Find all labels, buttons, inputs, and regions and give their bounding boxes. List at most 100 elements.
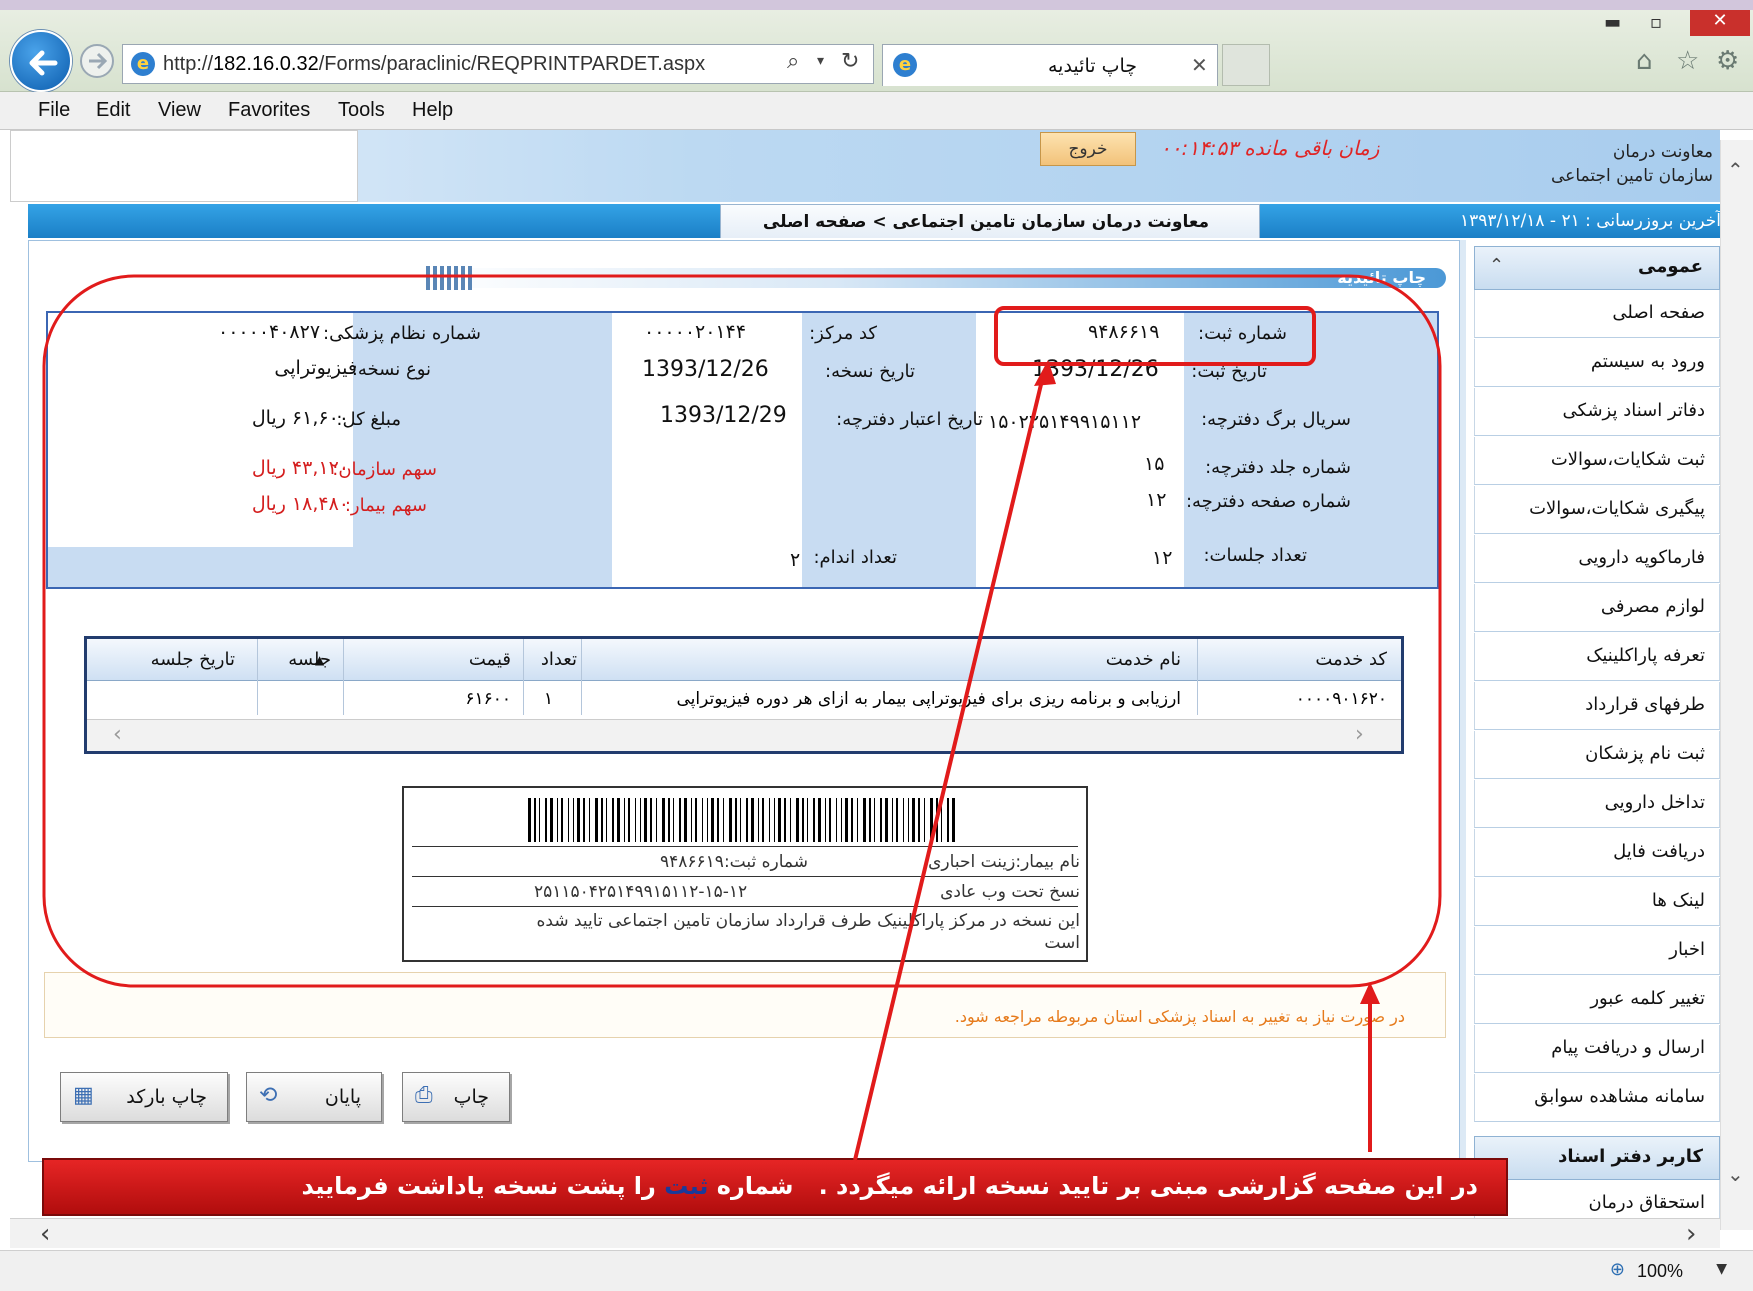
sidebar-section-office-user[interactable]: کاربر دفتر اسناد	[1474, 1136, 1720, 1180]
th-count[interactable]: تعداد	[541, 649, 577, 670]
menu-favorites[interactable]: Favorites	[228, 99, 310, 122]
barcode-bar	[589, 798, 590, 842]
print-button[interactable]: ⎙ چاپ	[402, 1072, 510, 1122]
menu-view[interactable]: View	[158, 99, 201, 122]
barcode-bar	[729, 798, 732, 842]
sidebar-item-medical-offices[interactable]: دفاتر اسناد پزشکی	[1474, 388, 1720, 436]
sessions-label: تعداد جلسات:	[1203, 545, 1307, 566]
th-session-date[interactable]: تاریخ جلسه	[151, 649, 235, 670]
menu-edit[interactable]: Edit	[96, 99, 130, 122]
sidebar-item-links[interactable]: لینک ها	[1474, 878, 1720, 926]
menu-file[interactable]: File	[38, 99, 70, 122]
barcode-bar	[577, 798, 580, 842]
home-icon[interactable]: ⌂	[1636, 46, 1653, 76]
minimize-icon[interactable]: ▬	[1604, 12, 1621, 33]
address-bar[interactable]: e http://182.16.0.32/Forms/paraclinic/RE…	[122, 44, 874, 84]
doctor-no-label: شماره نظام پزشکی:	[323, 323, 481, 344]
menu-help[interactable]: Help	[412, 99, 453, 122]
org-line1: معاونت درمان	[1612, 142, 1713, 162]
th-session[interactable]: جلسه	[288, 649, 331, 670]
barcode-image	[528, 798, 960, 842]
barcode-bar	[679, 798, 681, 842]
sidebar-section2-title: کاربر دفتر اسناد	[1558, 1146, 1703, 1167]
browser-tab[interactable]: e چاپ تائیدیه ✕	[882, 44, 1218, 86]
sidebar-item-complaints[interactable]: ثبت شکایات،سوالات	[1474, 437, 1720, 485]
table-horizontal-scrollbar[interactable]: ‹ ›	[87, 719, 1401, 751]
settings-gear-icon[interactable]: ⚙	[1716, 46, 1739, 76]
sidebar-item-messages[interactable]: ارسال و دریافت پیام	[1474, 1025, 1720, 1073]
scroll-right-icon[interactable]: ›	[1355, 722, 1364, 747]
barcode-bar	[573, 798, 574, 842]
doctor-no-value: ۰۰۰۰۰۴۰۸۲۷	[218, 321, 321, 343]
sidebar-item-contract-parties[interactable]: طرفهای قرارداد	[1474, 682, 1720, 730]
barcode-bar	[595, 798, 598, 842]
barcode-bar	[628, 798, 630, 842]
scroll-left-icon[interactable]: ‹	[40, 1219, 50, 1249]
barcode-bar	[740, 798, 741, 842]
barcode-print-button[interactable]: ▦ چاپ بارکد	[60, 1072, 228, 1122]
sidebar-item-pharmacopeia[interactable]: فارماکوپه دارویی	[1474, 535, 1720, 583]
sidebar-item-change-password[interactable]: تغییر کلمه عبور	[1474, 976, 1720, 1024]
barcode-bar	[802, 798, 804, 842]
tab-title: چاپ تائیدیه	[1047, 55, 1137, 77]
sidebar-item-download-file[interactable]: دریافت فایل	[1474, 829, 1720, 877]
sidebar-item-news[interactable]: اخبار	[1474, 927, 1720, 975]
sidebar-item-drug-interaction[interactable]: تداخل دارویی	[1474, 780, 1720, 828]
close-window-icon[interactable]: ✕	[1690, 10, 1750, 36]
sidebar-item-history[interactable]: سامانه مشاهده سوابق	[1474, 1074, 1720, 1122]
session-timer: زمان باقی مانده ۰۰:۱۴:۵۳	[1160, 136, 1380, 160]
vertical-scrollbar[interactable]: ⌃ ⌄	[1720, 140, 1753, 1230]
th-service-code[interactable]: کد خدمت	[1315, 649, 1387, 670]
back-button[interactable]	[10, 30, 72, 92]
sidebar-item-supplies[interactable]: لوازم مصرفی	[1474, 584, 1720, 632]
finish-button[interactable]: ⟲ پایان	[246, 1072, 382, 1122]
sidebar-item-paraclinic-tariff[interactable]: تعرفه پاراکلینیک	[1474, 633, 1720, 681]
maximize-icon[interactable]: ▫	[1650, 12, 1662, 33]
barcode-bar	[758, 798, 759, 842]
organs-value: ۲	[790, 549, 801, 571]
scroll-left-icon[interactable]: ‹	[113, 722, 122, 747]
sort-asc-icon[interactable]: ▲	[315, 653, 324, 667]
menu-tools[interactable]: Tools	[338, 99, 385, 122]
instruction-text: در این صفحه گزارشی مبنی بر تایید نسخه ار…	[302, 1172, 1479, 1200]
sidebar-item-label: دفاتر اسناد پزشکی	[1562, 400, 1705, 421]
sidebar-item-label: سامانه مشاهده سوابق	[1534, 1086, 1705, 1107]
instruction-banner: در این صفحه گزارشی مبنی بر تایید نسخه ار…	[42, 1158, 1508, 1216]
exit-button[interactable]: خروج	[1040, 132, 1136, 166]
sidebar-item-login[interactable]: ورود به سیستم	[1474, 339, 1720, 387]
th-service-name[interactable]: نام خدمت	[1106, 649, 1181, 670]
new-tab-button[interactable]	[1222, 44, 1270, 86]
reg-no-value: ۹۴۸۶۶۱۹	[1088, 321, 1160, 343]
sidebar-section-title: عمومی	[1637, 256, 1703, 277]
barcode-bar	[930, 798, 933, 842]
collapse-icon[interactable]: ⌃	[1489, 255, 1504, 276]
dropdown-icon[interactable]: ▾	[817, 53, 824, 69]
barcode-bar	[807, 798, 808, 842]
breadcrumb[interactable]: معاونت درمان سازمان تامین اجتماعی > صفحه…	[763, 212, 1209, 232]
close-tab-icon[interactable]: ✕	[1191, 53, 1208, 77]
sidebar-item-home[interactable]: صفحه اصلی	[1474, 290, 1720, 338]
th-price[interactable]: قیمت	[469, 649, 511, 670]
zoom-dropdown-icon[interactable]: ▼	[1716, 1261, 1727, 1277]
barcode-bar	[892, 798, 893, 842]
scroll-down-icon[interactable]: ⌄	[1727, 1162, 1744, 1186]
search-icon[interactable]: ⌕	[787, 49, 799, 74]
page-horizontal-scrollbar[interactable]: ‹ ›	[10, 1218, 1720, 1249]
table-row[interactable]: ۰۰۰۰۹۰۱۶۲۰ ارزیابی و برنامه ریزی برای فی…	[87, 681, 1401, 717]
scroll-right-icon[interactable]: ›	[1686, 1219, 1696, 1249]
org-title: معاونت درمان سازمان تامین اجتماعی	[1551, 140, 1713, 188]
sidebar-item-complaint-followup[interactable]: پیگیری شکایات،سوالات	[1474, 486, 1720, 534]
barcode-bar	[936, 798, 938, 842]
url-host: 182.16.0.32	[213, 53, 319, 75]
refresh-icon[interactable]: ↻	[841, 49, 859, 74]
top-strip	[0, 0, 1753, 10]
forward-button[interactable]	[80, 44, 114, 78]
sidebar-section-general[interactable]: ⌃ عمومی	[1474, 246, 1720, 290]
sidebar-item-doctor-registration[interactable]: ثبت نام پزشکان	[1474, 731, 1720, 779]
barcode-bar	[924, 798, 925, 842]
zoom-level[interactable]: 100%	[1637, 1261, 1683, 1282]
scroll-up-icon[interactable]: ⌃	[1727, 158, 1744, 182]
url-text[interactable]: http://182.16.0.32/Forms/paraclinic/REQP…	[163, 53, 705, 76]
favorites-star-icon[interactable]: ☆	[1676, 46, 1699, 76]
barcode-bar	[869, 798, 871, 842]
